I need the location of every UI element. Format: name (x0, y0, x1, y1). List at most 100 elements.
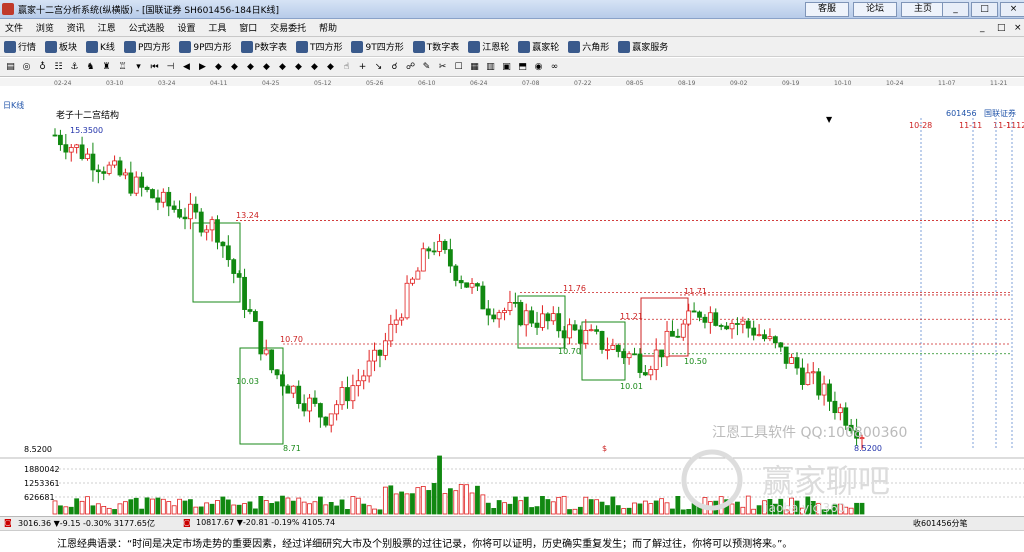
tool-23-icon[interactable]: ↘ (372, 61, 385, 74)
tick-status[interactable]: 收601456分笔 (913, 518, 968, 529)
tool-15-icon[interactable]: ◆ (244, 61, 257, 74)
tool-28-icon[interactable]: ☐ (452, 61, 465, 74)
volume-bar (85, 496, 90, 515)
volume-bar (572, 508, 578, 515)
candle-body (225, 245, 231, 261)
candle-body (263, 349, 269, 355)
tool-5-icon[interactable]: ♞ (84, 61, 97, 74)
menu-trade[interactable]: 交易委托 (265, 19, 311, 36)
toolbar-item-6[interactable]: T四方形 (295, 40, 342, 53)
tool-9-icon[interactable]: ⏮ (148, 61, 161, 74)
tool-34-icon[interactable]: ∞ (548, 61, 561, 74)
tool-8-icon[interactable]: ▾ (132, 61, 145, 74)
candle-body (420, 248, 426, 272)
toolbar-item-0[interactable]: 行情 (4, 40, 36, 53)
tool-7-icon[interactable]: ♖ (116, 61, 129, 74)
tool-14-icon[interactable]: ◆ (228, 61, 241, 74)
mdi-restore-button[interactable]: □ (992, 21, 1011, 35)
menu-file[interactable]: 文件 (0, 19, 28, 36)
candle-body (204, 229, 210, 233)
menu-window[interactable]: 窗口 (234, 19, 262, 36)
candle-body (128, 172, 134, 194)
watermark-logo-icon (681, 449, 743, 511)
forum-link[interactable]: 论坛 (853, 2, 897, 17)
tool-21-icon[interactable]: ☝ (340, 61, 353, 74)
menu-tools[interactable]: 工具 (203, 19, 231, 36)
date-tick: 03-24 (158, 80, 176, 87)
tool-26-icon[interactable]: ✎ (420, 61, 433, 74)
date-tick: 03-10 (106, 80, 124, 87)
tool-24-icon[interactable]: ☌ (388, 61, 401, 74)
tool-4-icon[interactable]: ⚓ (68, 61, 81, 74)
volume-bar (735, 501, 740, 515)
tool-32-icon[interactable]: ⬒ (516, 61, 529, 74)
toolbar-item-label: P数字表 (254, 43, 287, 53)
tool-10-icon[interactable]: ⊣ (164, 61, 177, 74)
volume-bar (680, 509, 686, 515)
tool-18-icon[interactable]: ◆ (292, 61, 305, 74)
candle-body (426, 248, 432, 252)
menu-browse[interactable]: 浏览 (31, 19, 59, 36)
volume-bar (312, 501, 318, 515)
tool-2-icon[interactable]: ♁ (36, 61, 49, 74)
sz-index[interactable]: 10817.67 ▼-20.81 -0.19% 4105.74 (196, 518, 335, 527)
tool-22-icon[interactable]: + (356, 61, 369, 74)
maximize-button[interactable]: □ (971, 2, 998, 17)
toolbar-item-2[interactable]: K线 (86, 40, 115, 53)
menu-formula[interactable]: 公式选股 (124, 19, 170, 36)
chart-canvas[interactable]: 02-24 03-10 03-24 04-11 04-25 05-12 05-26 06-10… (0, 78, 1024, 516)
volume-bar (431, 483, 437, 515)
mdi-minimize-button[interactable]: _ (975, 21, 990, 35)
tool-1-icon[interactable]: ◎ (20, 61, 33, 74)
tool-17-icon[interactable]: ◆ (276, 61, 289, 74)
mdi-close-button[interactable]: × (1009, 21, 1024, 35)
tool-0-icon[interactable]: ▤ (4, 61, 17, 74)
tool-11-icon[interactable]: ◀ (180, 61, 193, 74)
tool-3-icon[interactable]: ☷ (52, 61, 65, 74)
home-link[interactable]: 主页 (901, 2, 945, 17)
toolbar-item-7[interactable]: 9T四方形 (351, 40, 404, 53)
menu-settings[interactable]: 设置 (172, 19, 200, 36)
tool-20-icon[interactable]: ◆ (324, 61, 337, 74)
tool-19-icon[interactable]: ◆ (308, 61, 321, 74)
toolbar-item-8[interactable]: T数字表 (412, 40, 459, 53)
tool-27-icon[interactable]: ✂ (436, 61, 449, 74)
tool-16-icon[interactable]: ◆ (260, 61, 273, 74)
service-link[interactable]: 客服 (805, 2, 849, 17)
candle-body (193, 203, 199, 213)
candle-body (236, 273, 242, 278)
close-button[interactable]: × (1000, 2, 1024, 17)
tool-13-icon[interactable]: ◆ (212, 61, 225, 74)
toolbar-item-12[interactable]: 赢家服务 (618, 40, 668, 53)
candle-body (772, 336, 778, 344)
tool-33-icon[interactable]: ◉ (532, 61, 545, 74)
toolbar-item-10[interactable]: 赢家轮 (518, 40, 559, 53)
toolbar-item-11[interactable]: 六角形 (568, 40, 609, 53)
toolbar-item-icon (45, 40, 58, 53)
volume-bar (274, 501, 280, 515)
volume-bar (150, 498, 155, 515)
sh-index[interactable]: 3016.36 ▼-9.15 -0.30% 3177.65亿 (18, 518, 155, 529)
menu-info[interactable]: 资讯 (62, 19, 90, 36)
candle-body (198, 211, 204, 233)
window-controls: _ □ × (942, 2, 1024, 17)
toolbar-item-9[interactable]: 江恩轮 (468, 40, 509, 53)
toolbar-item-5[interactable]: P数字表 (240, 40, 287, 53)
tool-31-icon[interactable]: ▣ (500, 61, 513, 74)
menu-help[interactable]: 帮助 (314, 19, 342, 36)
sh-icon: ◙ (4, 518, 12, 527)
kline-chart[interactable]: 02-24 03-10 03-24 04-11 04-25 05-12 05-26 06-10… (0, 78, 1024, 516)
date-tick: 10-24 (886, 80, 904, 87)
tool-25-icon[interactable]: ☍ (404, 61, 417, 74)
candle-body (106, 164, 112, 174)
toolbar-item-3[interactable]: P四方形 (123, 40, 170, 53)
minimize-button[interactable]: _ (942, 2, 969, 17)
volume-bar (491, 508, 497, 515)
toolbar-item-4[interactable]: 9P四方形 (179, 40, 232, 53)
tool-29-icon[interactable]: ▦ (468, 61, 481, 74)
tool-30-icon[interactable]: ▥ (484, 61, 497, 74)
tool-6-icon[interactable]: ♜ (100, 61, 113, 74)
menu-gann[interactable]: 江恩 (93, 19, 121, 36)
tool-12-icon[interactable]: ▶ (196, 61, 209, 74)
toolbar-item-1[interactable]: 板块 (45, 40, 77, 53)
